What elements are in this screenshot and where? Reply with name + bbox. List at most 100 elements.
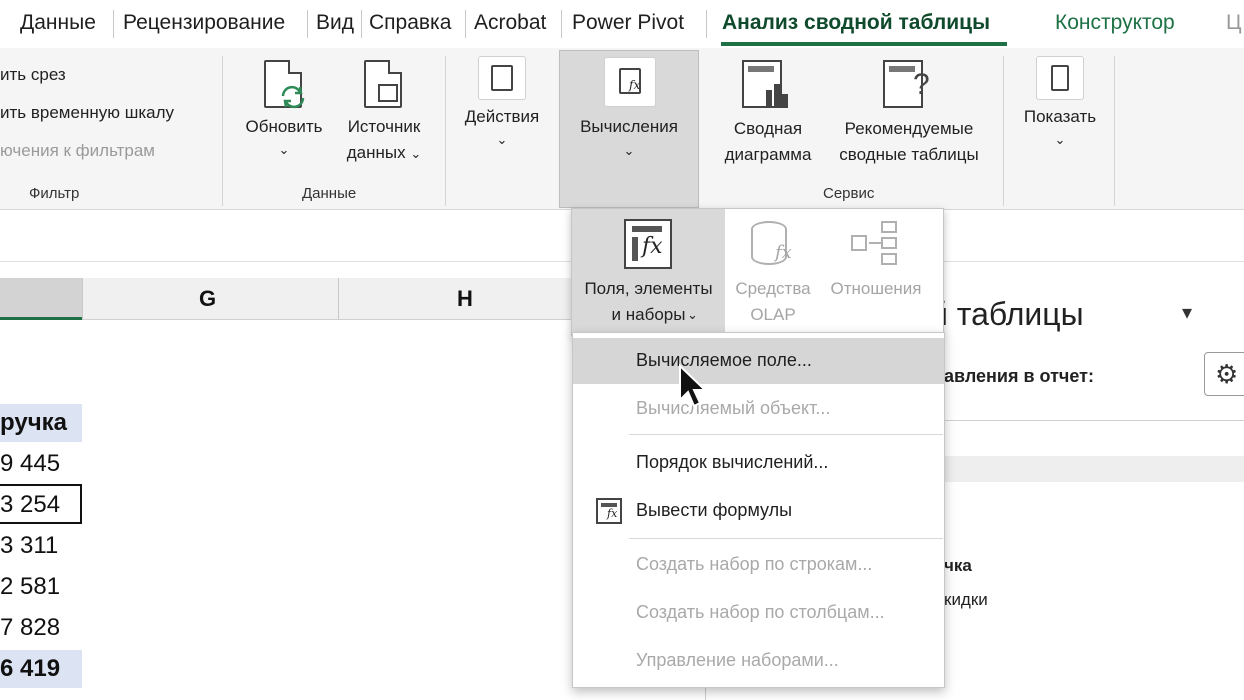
- actions-button[interactable]: Действия ⌄: [452, 56, 552, 150]
- tab-separator: [706, 10, 707, 38]
- column-header-g[interactable]: G: [199, 286, 216, 312]
- tab-acrobat[interactable]: Acrobat: [474, 11, 546, 35]
- tab-separator: [465, 10, 466, 38]
- tab-view[interactable]: Вид: [316, 11, 354, 35]
- chevron-down-icon: ⌄: [623, 143, 635, 158]
- actions-icon: [478, 56, 526, 100]
- pivotchart-button[interactable]: Сводная диаграмма: [716, 60, 820, 168]
- pivotchart-label-line1: Сводная: [733, 119, 803, 138]
- menu-item-label: Создать набор по строкам...: [636, 554, 873, 574]
- menu-item-list-formulas[interactable]: fx Вывести формулы: [573, 488, 944, 534]
- actions-label: Действия: [464, 107, 540, 126]
- menu-item-create-set-columns[interactable]: Создать набор по столбцам...: [573, 590, 944, 636]
- pivotchart-label-line2: диаграмма: [724, 145, 812, 164]
- fields-items-sets-button[interactable]: fx Поля, элементы и наборы ⌄: [572, 209, 725, 335]
- pivotchart-icon: [742, 60, 794, 112]
- refresh-icon: [264, 60, 305, 110]
- recommended-pivottables-icon: ?: [883, 60, 935, 112]
- fields-items-sets-label-line2: и наборы: [611, 305, 686, 324]
- chevron-down-icon: ⌄: [687, 307, 698, 322]
- group-separator: [1003, 56, 1004, 206]
- refresh-label: Обновить: [245, 117, 323, 136]
- menu-item-label: Создать набор по столбцам...: [636, 602, 885, 622]
- group-label-tools: Сервис: [823, 185, 875, 202]
- column-divider: [338, 278, 339, 320]
- tab-partial[interactable]: Ц: [1226, 11, 1242, 35]
- ribbon-tab-bar: Данные Рецензирование Вид Справка Acroba…: [0, 0, 1244, 48]
- tab-pivottable-analyze[interactable]: Анализ сводной таблицы: [722, 11, 990, 35]
- menu-item-solve-order[interactable]: Порядок вычислений...: [573, 440, 944, 486]
- pane-title: й таблицы: [930, 296, 1084, 332]
- menu-separator: [629, 434, 943, 435]
- tab-separator: [561, 10, 562, 38]
- menu-item-label: Вывести формулы: [636, 500, 793, 520]
- group-label-filter: Фильтр: [29, 185, 80, 202]
- menu-item-create-set-rows[interactable]: Создать набор по строкам...: [573, 542, 944, 588]
- relationships-icon: [851, 221, 903, 267]
- fields-items-sets-icon: fx: [624, 219, 672, 269]
- olap-label-line1: Средства: [735, 279, 811, 298]
- pivot-value[interactable]: 3 254: [0, 491, 60, 519]
- olap-label-line2: OLAP: [750, 305, 796, 324]
- change-data-source-button[interactable]: Источник данных ⌄: [338, 60, 430, 167]
- chevron-down-icon: ⌄: [410, 146, 422, 161]
- list-formulas-icon: fx: [596, 498, 622, 524]
- pane-field-item[interactable]: чка: [944, 556, 972, 576]
- menu-item-label: Порядок вычислений...: [636, 452, 829, 472]
- tab-help[interactable]: Справка: [369, 11, 451, 35]
- chevron-down-icon: ⌄: [496, 132, 508, 147]
- active-tab-indicator: [721, 42, 1007, 46]
- menu-item-label: Вычисляемое поле...: [636, 350, 812, 370]
- menu-item-calculated-field[interactable]: Вычисляемое поле...: [573, 338, 944, 384]
- tab-review[interactable]: Рецензирование: [123, 11, 285, 35]
- pivot-value[interactable]: 9 445: [0, 450, 60, 478]
- olap-tools-button[interactable]: fx Средства OLAP: [725, 209, 821, 335]
- insert-timeline-button[interactable]: ить временную шкалу: [0, 103, 174, 123]
- pivot-grand-total[interactable]: 6 419: [0, 655, 60, 683]
- column-divider: [82, 278, 83, 320]
- tab-separator: [361, 10, 362, 38]
- menu-separator: [629, 538, 943, 539]
- calculations-button[interactable]: fx Вычисления ⌄: [559, 50, 699, 208]
- filter-connections-button[interactable]: ючения к фильтрам: [0, 141, 155, 161]
- column-header-selected[interactable]: [0, 278, 82, 320]
- show-button[interactable]: Показать ⌄: [1012, 56, 1108, 150]
- tab-power-pivot[interactable]: Power Pivot: [572, 11, 684, 35]
- pivot-value[interactable]: 7 828: [0, 614, 60, 642]
- data-source-label-line2: данных: [346, 143, 406, 162]
- group-separator: [1114, 56, 1115, 206]
- mouse-cursor-icon: [679, 364, 708, 408]
- calculations-icon: fx: [604, 57, 656, 107]
- pane-search-area[interactable]: [944, 420, 1244, 456]
- pane-settings-button[interactable]: ⚙: [1204, 352, 1244, 396]
- ribbon: ить срез ить временную шкалу ючения к фи…: [0, 48, 1244, 210]
- pane-subtitle: авления в отчет:: [944, 366, 1094, 386]
- chevron-down-icon: ⌄: [278, 142, 290, 157]
- group-separator: [222, 56, 223, 206]
- tab-data[interactable]: Данные: [20, 11, 96, 35]
- refresh-button[interactable]: Обновить ⌄: [236, 60, 332, 160]
- tab-separator: [307, 10, 308, 38]
- insert-slicer-button[interactable]: ить срез: [0, 65, 66, 85]
- menu-item-calculated-item[interactable]: Вычисляемый объект...: [573, 386, 944, 432]
- calculations-dropdown: fx Поля, элементы и наборы ⌄ fx Средства…: [571, 208, 944, 336]
- show-label: Показать: [1023, 107, 1097, 126]
- data-source-label-line1: Источник: [347, 117, 421, 136]
- menu-item-manage-sets[interactable]: Управление наборами...: [573, 638, 944, 684]
- column-header-h[interactable]: H: [457, 286, 473, 312]
- pane-field-item[interactable]: кидки: [944, 590, 988, 610]
- pivot-column-header: ручка: [0, 409, 67, 436]
- chevron-down-icon: ⌄: [1054, 132, 1066, 147]
- fields-items-sets-label-line1: Поля, элементы: [584, 279, 713, 298]
- pivot-value[interactable]: 2 581: [0, 573, 60, 601]
- pivot-value[interactable]: 3 311: [0, 532, 58, 560]
- tab-separator: [113, 10, 114, 38]
- tab-design[interactable]: Конструктор: [1055, 11, 1175, 35]
- group-separator: [445, 56, 446, 206]
- relationships-button[interactable]: Отношения: [821, 209, 931, 335]
- relationships-label: Отношения: [830, 279, 922, 298]
- data-source-icon: [364, 60, 404, 110]
- menu-item-label: Вычисляемый объект...: [636, 398, 831, 418]
- recommended-pivottables-button[interactable]: ? Рекомендуемые сводные таблицы: [826, 60, 992, 168]
- pane-options-caret-icon[interactable]: ▾: [1182, 300, 1192, 325]
